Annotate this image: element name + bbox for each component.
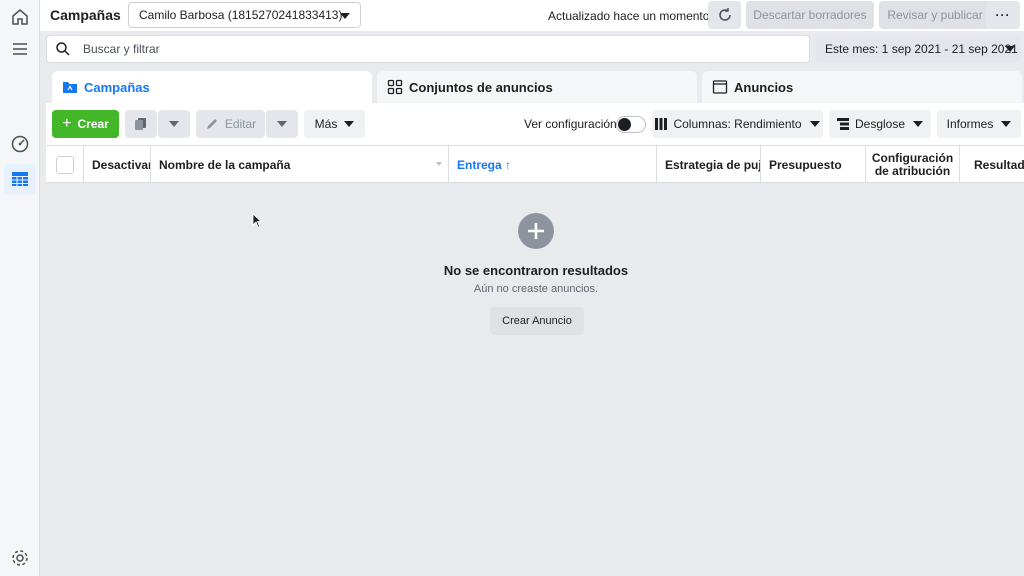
chevron-down-icon xyxy=(169,121,179,127)
reports-label: Informes xyxy=(946,117,994,131)
page-title: Campañas xyxy=(50,7,121,23)
account-name: Camilo Barbosa (1815270241833413) xyxy=(139,8,343,22)
chevron-down-icon xyxy=(277,121,287,127)
tab-campaigns[interactable]: Campañas xyxy=(52,71,372,103)
column-header-bid-strategy[interactable]: Estrategia de puja xyxy=(657,146,761,183)
breakdown-label: Desglose xyxy=(854,117,906,131)
mouse-cursor-icon xyxy=(252,213,262,228)
review-publish-button[interactable]: Revisar y publicar xyxy=(879,1,991,29)
edit-dropdown-button[interactable] xyxy=(266,110,298,138)
campaigns-panel: + Crear Editar Más Ver configuración Col… xyxy=(46,103,1024,576)
date-range-picker[interactable]: Este mes: 1 sep 2021 - 21 sep 2021 xyxy=(815,36,1021,62)
column-header-toggle[interactable]: Desactivar/Activar xyxy=(84,146,151,183)
search-placeholder: Buscar y filtrar xyxy=(83,42,160,56)
settings-gear-icon[interactable] xyxy=(4,543,36,573)
chevron-down-icon xyxy=(913,121,924,127)
duplicate-dropdown-button[interactable] xyxy=(158,110,190,138)
dashboard-gauge-icon[interactable] xyxy=(4,129,36,159)
toggle-knob xyxy=(618,118,631,131)
plus-icon: + xyxy=(62,115,72,132)
columns-label: Columnas: Rendimiento xyxy=(673,117,802,131)
view-config-label: Ver configuración xyxy=(524,117,617,131)
add-circle-icon xyxy=(518,213,554,249)
date-range-label: Este mes: 1 sep 2021 - 21 sep 2021 xyxy=(825,42,1018,56)
refresh-button[interactable] xyxy=(708,1,741,29)
table-toolbar: + Crear Editar Más Ver configuración Col… xyxy=(46,103,1024,145)
tab-ads[interactable]: Anuncios xyxy=(702,71,1022,103)
account-selector[interactable]: Camilo Barbosa (1815270241833413) xyxy=(128,2,361,28)
sort-caret-icon xyxy=(436,162,442,166)
view-config-toggle[interactable] xyxy=(616,116,646,133)
search-filter-input[interactable]: Buscar y filtrar xyxy=(46,35,810,63)
chevron-down-icon xyxy=(809,121,820,127)
duplicate-icon xyxy=(135,118,146,130)
empty-state-subtitle: Aún no creaste anuncios. xyxy=(473,283,599,295)
more-options-button[interactable]: ··· xyxy=(986,1,1020,29)
campaign-folder-icon xyxy=(63,82,77,93)
left-navigation-rail xyxy=(0,0,40,576)
reports-dropdown[interactable]: Informes xyxy=(937,110,1021,138)
column-header-budget[interactable]: Presupuesto xyxy=(761,146,866,183)
ads-manager-table-icon[interactable] xyxy=(4,164,36,194)
create-label: Crear xyxy=(77,117,109,131)
select-all-checkbox[interactable] xyxy=(56,155,74,174)
tab-label: Conjuntos de anuncios xyxy=(409,79,553,95)
column-header-campaign-name[interactable]: Nombre de la campaña xyxy=(151,146,449,183)
top-bar: Campañas Camilo Barbosa (181527024183341… xyxy=(40,0,1024,31)
table-header: Desactivar/Activar Nombre de la campaña … xyxy=(46,145,1024,183)
menu-icon[interactable] xyxy=(4,34,36,64)
home-icon[interactable] xyxy=(4,2,36,32)
column-header-attribution[interactable]: Configuración de atribución xyxy=(866,146,960,183)
columns-icon xyxy=(655,118,668,130)
more-actions-label: Más xyxy=(314,117,338,131)
edit-label: Editar xyxy=(224,117,257,131)
breakdown-icon xyxy=(836,118,849,130)
column-header-delivery[interactable]: Entrega ↑ xyxy=(449,146,657,183)
tab-ad-sets[interactable]: Conjuntos de anuncios xyxy=(377,71,697,103)
empty-state-title: No se encontraron resultados xyxy=(443,263,629,278)
pencil-icon xyxy=(206,119,217,129)
edit-button[interactable]: Editar xyxy=(196,110,265,138)
column-header-results[interactable]: Resultados xyxy=(960,146,1024,183)
more-actions-button[interactable]: Más xyxy=(304,110,365,138)
create-ad-button[interactable]: Crear Anuncio xyxy=(490,307,584,335)
ad-window-icon xyxy=(712,80,728,94)
chevron-down-icon xyxy=(340,13,350,19)
last-updated-status: Actualizado hace un momento xyxy=(548,9,710,23)
refresh-icon xyxy=(718,8,731,21)
ad-sets-grid-icon xyxy=(387,79,403,95)
create-button[interactable]: + Crear xyxy=(52,110,119,138)
search-icon xyxy=(56,42,70,56)
chevron-down-icon xyxy=(344,121,355,127)
chevron-down-icon xyxy=(1005,46,1015,52)
columns-dropdown[interactable]: Columnas: Rendimiento xyxy=(652,110,823,138)
tab-label: Anuncios xyxy=(734,79,794,95)
select-all-cell xyxy=(46,146,84,183)
discard-drafts-button[interactable]: Descartar borradores xyxy=(746,1,874,29)
breakdown-dropdown[interactable]: Desglose xyxy=(829,110,931,138)
chevron-down-icon xyxy=(1001,121,1012,127)
tab-label: Campañas xyxy=(84,79,150,95)
duplicate-button[interactable] xyxy=(125,110,157,138)
